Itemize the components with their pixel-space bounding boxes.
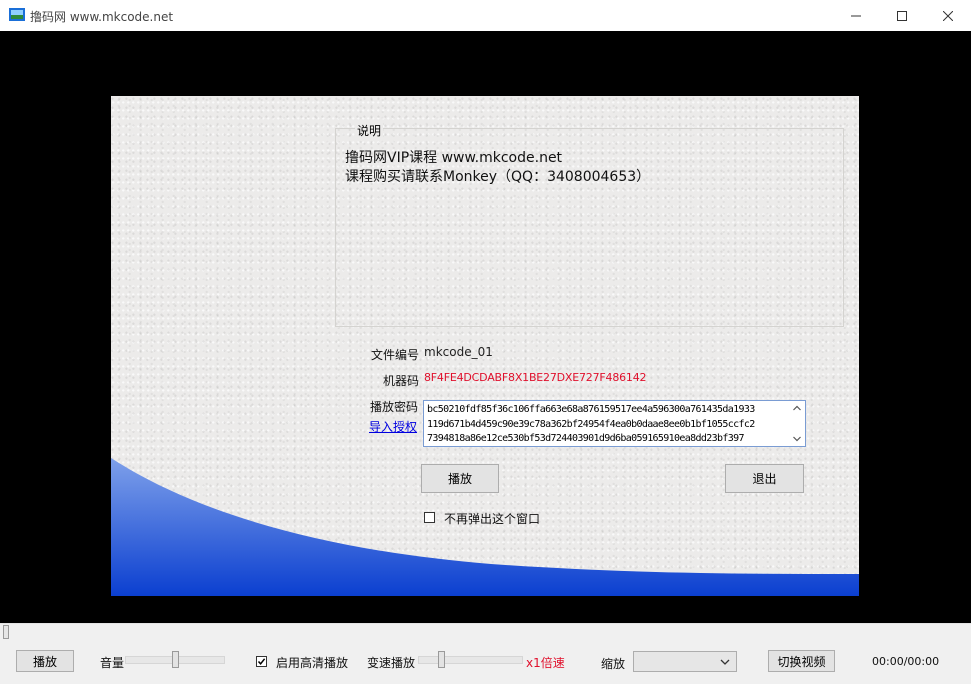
close-button[interactable] — [925, 0, 971, 31]
file-number-label: 文件编号 — [371, 348, 420, 362]
hd-playback-label: 启用高清播放 — [276, 656, 349, 670]
hd-playback-checkbox[interactable] — [256, 656, 267, 667]
description-group-label: 说明 — [355, 122, 384, 139]
speed-value: x1倍速 — [526, 656, 565, 670]
speed-label: 变速播放 — [367, 656, 416, 670]
zoom-select[interactable] — [633, 651, 737, 672]
window-title: 撸码网 www.mkcode.net — [30, 10, 174, 24]
dialog-exit-button[interactable]: 退出 — [725, 464, 804, 493]
password-scrollbar[interactable] — [789, 401, 805, 446]
zoom-label: 缩放 — [601, 657, 626, 671]
import-authorization-link[interactable]: 导入授权 — [369, 418, 417, 435]
toolbar-play-button[interactable]: 播放 — [16, 650, 74, 672]
title-bar: 撸码网 www.mkcode.net — [0, 0, 971, 31]
play-password-label: 播放密码 — [370, 400, 419, 414]
play-password-textarea[interactable]: bc50210fdf85f36c106ffa663e68a876159517ee… — [423, 400, 806, 447]
speed-slider-thumb[interactable] — [438, 651, 445, 668]
speed-slider-track[interactable] — [418, 656, 523, 664]
time-display: 00:00/00:00 — [872, 655, 940, 668]
app-icon — [9, 8, 25, 21]
machine-code-value: 8F4FE4DCDABF8X1BE27DXE727F486142 — [424, 371, 647, 384]
playback-progress-track[interactable] — [0, 623, 971, 644]
no-popup-checkbox[interactable] — [424, 512, 435, 523]
maximize-button[interactable] — [879, 0, 925, 31]
checkmark-icon — [257, 658, 266, 665]
switch-video-button[interactable]: 切换视频 — [768, 650, 835, 672]
volume-label: 音量 — [100, 656, 125, 670]
play-password-text: bc50210fdf85f36c106ffa663e68a876159517ee… — [427, 404, 755, 444]
dialog-play-button[interactable]: 播放 — [421, 464, 499, 493]
maximize-icon — [897, 10, 907, 21]
playback-progress-thumb[interactable] — [3, 625, 9, 639]
minimize-icon — [851, 15, 861, 16]
video-area: 说明 撸码网VIP课程 www.mkcode.net 课程购买请联系Monkey… — [0, 31, 971, 623]
minimize-button[interactable] — [833, 0, 879, 31]
info-line-2: 课程购买请联系Monkey（QQ：3408004653） — [345, 169, 651, 185]
license-dialog: 说明 撸码网VIP课程 www.mkcode.net 课程购买请联系Monkey… — [111, 96, 859, 596]
chevron-down-icon — [720, 659, 730, 665]
volume-slider-thumb[interactable] — [172, 651, 179, 668]
machine-code-label: 机器码 — [383, 374, 420, 388]
info-line-1: 撸码网VIP课程 www.mkcode.net — [345, 150, 563, 166]
file-number-value: mkcode_01 — [424, 345, 493, 359]
no-popup-label: 不再弹出这个窗口 — [444, 512, 541, 526]
close-icon — [943, 10, 953, 21]
